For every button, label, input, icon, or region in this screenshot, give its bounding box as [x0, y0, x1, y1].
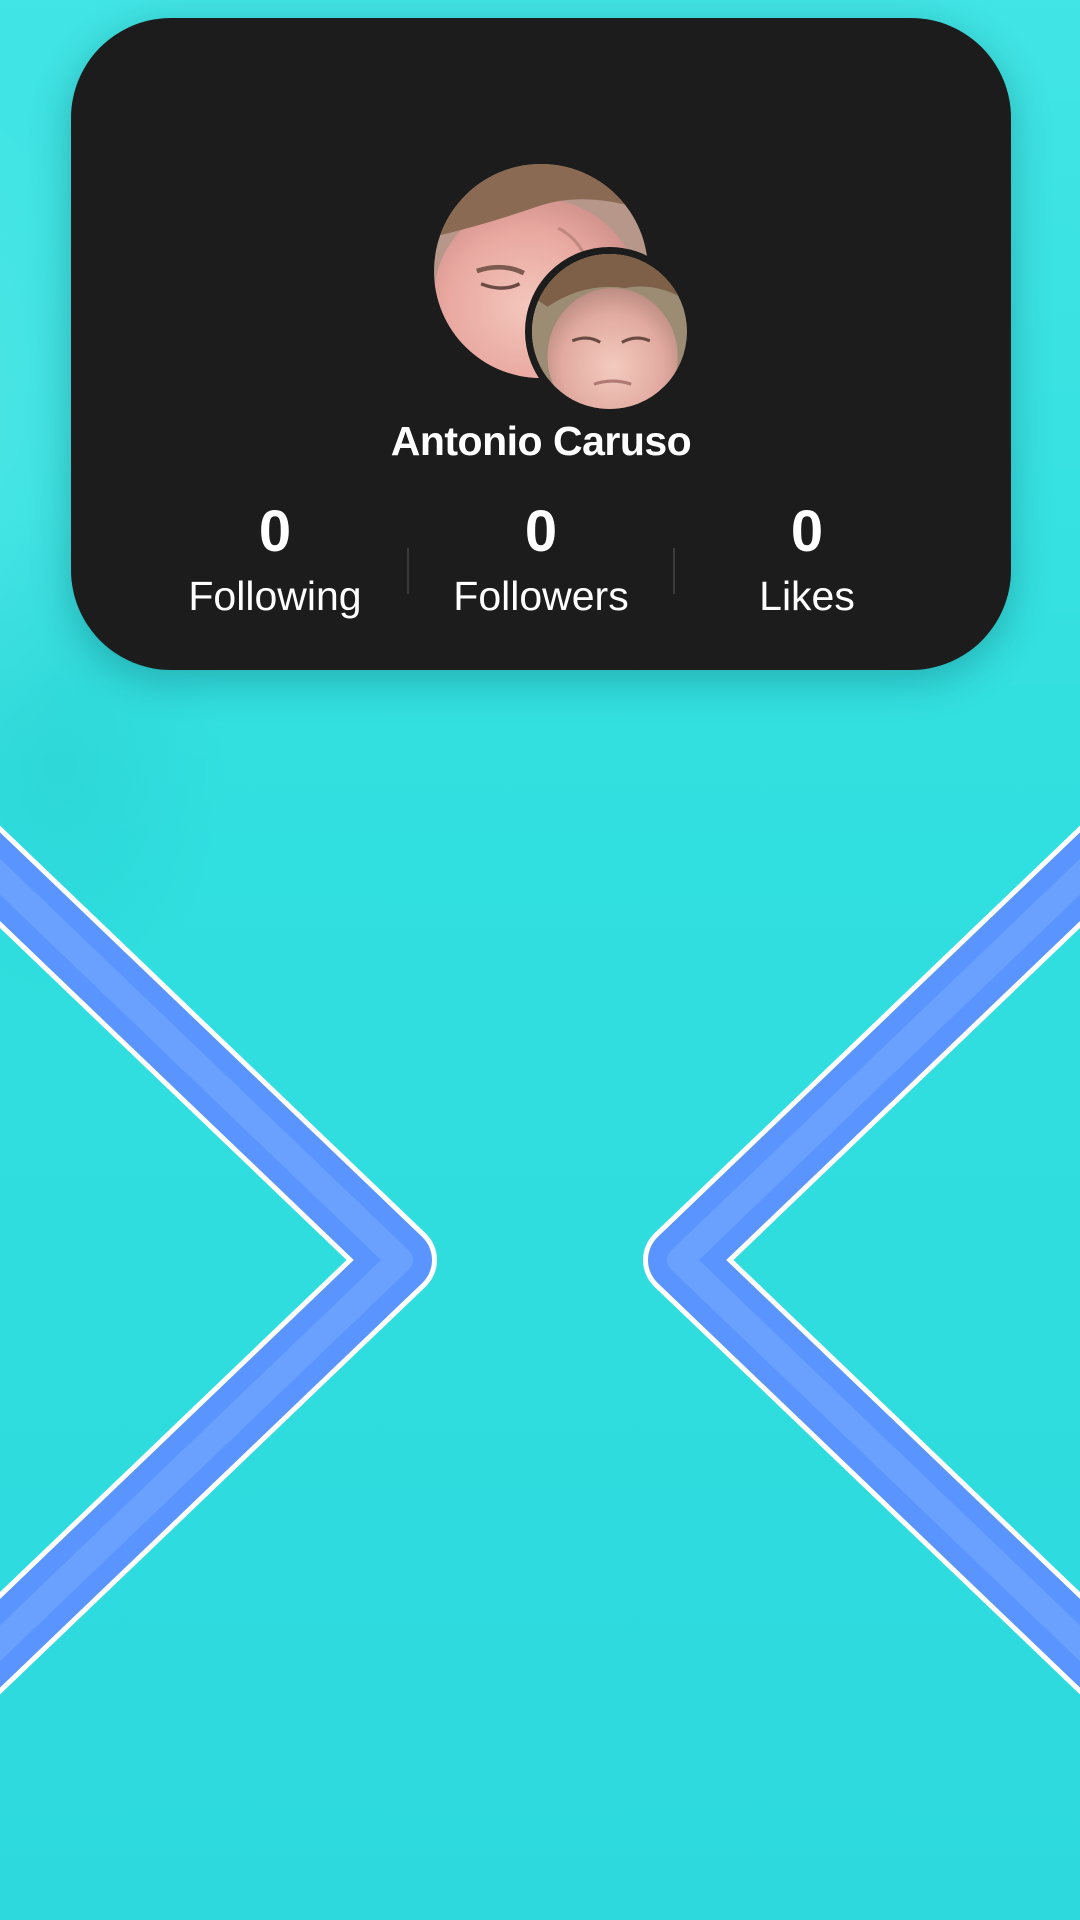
profile-photo-icon — [532, 254, 687, 409]
profile-username: Antonio Caruso — [390, 418, 692, 464]
stat-value: 0 — [524, 499, 558, 564]
profile-card: Antonio Caruso 0 Following 0 Followers 0… — [71, 18, 1011, 670]
secondary-avatar[interactable] — [525, 247, 694, 416]
stat-value: 0 — [790, 499, 824, 564]
stat-value: 0 — [258, 499, 292, 564]
stat-followers[interactable]: 0 Followers — [409, 496, 673, 622]
chevron-left-icon — [643, 825, 1080, 1695]
stat-following[interactable]: 0 Following — [143, 496, 407, 622]
stat-label: Following — [188, 573, 362, 619]
next-arrow-right[interactable] — [630, 820, 1080, 1700]
stats-row: 0 Following 0 Followers 0 Likes — [143, 496, 939, 636]
stat-label: Followers — [453, 573, 629, 619]
next-arrow-left[interactable] — [0, 820, 450, 1700]
chevron-right-icon — [0, 825, 437, 1695]
avatar-group — [434, 164, 699, 416]
stat-likes[interactable]: 0 Likes — [675, 496, 939, 622]
stat-label: Likes — [759, 573, 855, 619]
